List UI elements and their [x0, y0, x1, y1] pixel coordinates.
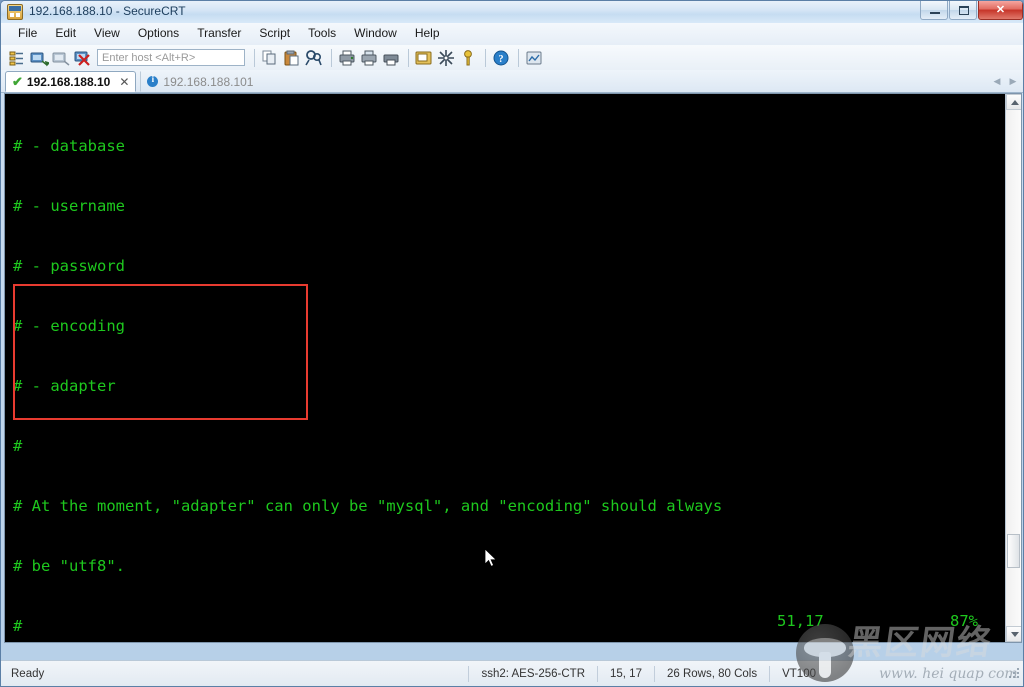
- menu-view[interactable]: View: [85, 23, 129, 44]
- maximize-button[interactable]: [949, 1, 977, 20]
- print-screen-icon[interactable]: [381, 48, 401, 68]
- toolbar-separator: [518, 49, 519, 67]
- menu-tools[interactable]: Tools: [299, 23, 345, 44]
- scrollbar-thumb[interactable]: [1007, 534, 1020, 568]
- terminal-line: # At the moment, "adapter" can only be "…: [13, 496, 995, 516]
- tab-192-168-188-101[interactable]: 192.168.188.101: [140, 71, 260, 92]
- tab-nav-next-icon[interactable]: ▶: [1005, 73, 1021, 89]
- menu-transfer[interactable]: Transfer: [188, 23, 250, 44]
- scroll-up-arrow-icon[interactable]: [1006, 94, 1022, 110]
- minimize-button[interactable]: [920, 1, 948, 20]
- tab-close-icon[interactable]: ✕: [119, 77, 129, 87]
- terminal-line: # - encoding: [13, 316, 995, 336]
- vim-scroll-percent: 87%: [950, 611, 978, 631]
- status-position: 15, 17: [597, 666, 654, 682]
- tab-nav: ◀ ▶: [989, 73, 1021, 89]
- toolbar: Enter host <Alt+R>: [1, 45, 1024, 71]
- tab-192-168-188-10[interactable]: ✔ 192.168.188.10 ✕: [5, 71, 136, 92]
- terminal-line: # - username: [13, 196, 995, 216]
- toolbar-separator: [331, 49, 332, 67]
- terminal-line: # - database: [13, 136, 995, 156]
- close-icon: ✕: [979, 4, 1022, 16]
- toolbar-separator: [254, 49, 255, 67]
- mouse-pointer-icon: [485, 549, 497, 568]
- copy-icon[interactable]: [260, 48, 280, 68]
- window-controls: ✕: [919, 1, 1023, 20]
- terminal-line: # - adapter: [13, 376, 995, 396]
- status-bar: Ready ssh2: AES-256-CTR 15, 17 26 Rows, …: [1, 660, 1024, 686]
- connect-in-tab-icon[interactable]: [51, 48, 71, 68]
- paste-icon[interactable]: [282, 48, 302, 68]
- tab-nav-prev-icon[interactable]: ◀: [989, 73, 1005, 89]
- host-input[interactable]: Enter host <Alt+R>: [97, 49, 245, 66]
- status-ready: Ready: [1, 668, 44, 680]
- securecrt-window: 192.168.188.10 - SecureCRT ✕ File Edit V…: [0, 0, 1024, 687]
- menu-options[interactable]: Options: [129, 23, 188, 44]
- vim-cursor-position: 51,17: [777, 611, 824, 631]
- tab-label: 192.168.188.101: [163, 75, 253, 89]
- terminal-line: # be "utf8".: [13, 556, 995, 576]
- terminal-line: #: [13, 436, 995, 456]
- properties-icon[interactable]: [414, 48, 434, 68]
- app-icon: [7, 4, 23, 20]
- toolbar-separator: [485, 49, 486, 67]
- resize-grip-icon[interactable]: [1008, 667, 1022, 681]
- menu-help[interactable]: Help: [406, 23, 449, 44]
- green-check-icon: ✔: [12, 77, 23, 87]
- status-emulation: VT100: [769, 666, 828, 682]
- terminal-line: # - password: [13, 256, 995, 276]
- blue-info-icon: [147, 76, 158, 87]
- connect-icon[interactable]: [29, 48, 49, 68]
- terminal-screen[interactable]: # - database # - username # - password #…: [5, 94, 995, 642]
- scroll-down-arrow-icon[interactable]: [1006, 626, 1022, 642]
- title-bar: 192.168.188.10 - SecureCRT ✕: [1, 1, 1024, 24]
- terminal-pane: # - database # - username # - password #…: [4, 93, 1022, 643]
- terminal-line: #: [13, 616, 995, 636]
- arrange-icon[interactable]: [524, 48, 544, 68]
- settings-icon[interactable]: [436, 48, 456, 68]
- minimize-icon: [930, 12, 940, 14]
- toolbar-separator: [408, 49, 409, 67]
- log-session-icon[interactable]: [359, 48, 379, 68]
- menu-bar: File Edit View Options Transfer Script T…: [1, 23, 1024, 46]
- menu-script[interactable]: Script: [250, 23, 299, 44]
- session-manager-icon[interactable]: [7, 48, 27, 68]
- maximize-icon: [959, 6, 969, 15]
- disconnect-icon[interactable]: [73, 48, 93, 68]
- tab-bar: ✔ 192.168.188.10 ✕ 192.168.188.101 ◀ ▶: [1, 70, 1024, 93]
- status-protocol: ssh2: AES-256-CTR: [468, 666, 597, 682]
- status-dimensions: 26 Rows, 80 Cols: [654, 666, 769, 682]
- find-icon[interactable]: [304, 48, 324, 68]
- help-icon[interactable]: ?: [491, 48, 511, 68]
- svg-text:?: ?: [499, 54, 504, 65]
- tab-label: 192.168.188.10: [27, 75, 110, 89]
- close-button[interactable]: ✕: [978, 1, 1023, 20]
- menu-window[interactable]: Window: [345, 23, 406, 44]
- menu-edit[interactable]: Edit: [46, 23, 85, 44]
- key-icon[interactable]: [458, 48, 478, 68]
- menu-file[interactable]: File: [9, 23, 46, 44]
- terminal-scrollbar[interactable]: [1005, 94, 1021, 642]
- window-title: 192.168.188.10 - SecureCRT: [29, 4, 186, 18]
- print-icon[interactable]: [337, 48, 357, 68]
